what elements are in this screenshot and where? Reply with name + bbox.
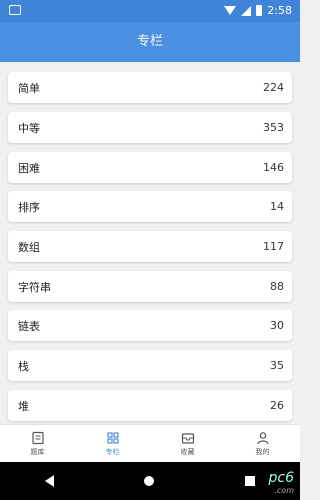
list-item[interactable]: 堆 26 [8, 390, 292, 421]
inbox-icon [181, 433, 194, 444]
item-count: 353 [263, 121, 284, 134]
item-count: 26 [270, 399, 284, 412]
grid-icon [106, 432, 119, 444]
item-label: 数组 [18, 240, 40, 254]
app-bar: 专栏 [0, 22, 300, 62]
home-icon[interactable] [144, 476, 155, 486]
status-bar: 2:58 [0, 0, 300, 22]
tab-label: 收藏 [180, 448, 195, 456]
item-count: 224 [263, 81, 284, 94]
list-item[interactable]: 困难 146 [8, 152, 292, 183]
page-title: 专栏 [136, 34, 163, 49]
notification-icon [9, 5, 21, 15]
list-item[interactable]: 链表 30 [8, 310, 292, 341]
list-item[interactable]: 简单 224 [8, 72, 292, 103]
tab-column[interactable]: 专栏 [75, 425, 150, 463]
item-label: 链表 [18, 319, 40, 333]
item-count: 146 [263, 161, 284, 174]
recent-apps-icon[interactable] [244, 476, 255, 486]
bottom-nav: 题库 专栏 收藏 我的 [0, 424, 300, 463]
item-count: 88 [270, 280, 284, 293]
status-icons: 2:58 [224, 4, 292, 17]
item-count: 117 [263, 240, 284, 253]
signal-icon [241, 5, 252, 16]
item-label: 简单 [18, 81, 40, 95]
list-item[interactable]: 字符串 88 [8, 271, 292, 302]
list-item[interactable]: 数组 117 [8, 231, 292, 262]
system-nav-bar [0, 462, 300, 500]
list-item[interactable]: 排序 14 [8, 191, 292, 222]
book-icon [31, 431, 44, 445]
column-list: 简单 224 中等 353 困难 146 排序 14 数组 117 字符串 88… [0, 62, 300, 424]
item-count: 14 [270, 200, 284, 213]
item-label: 排序 [18, 200, 40, 214]
watermark-text: pc6 [268, 470, 295, 486]
item-label: 中等 [18, 121, 40, 135]
tab-question-bank[interactable]: 题库 [0, 425, 75, 463]
item-count: 35 [270, 359, 284, 372]
tab-mine[interactable]: 我的 [225, 425, 300, 463]
item-count: 30 [270, 319, 284, 332]
battery-icon [256, 5, 263, 16]
watermark: pc6 .com [269, 470, 295, 495]
list-item[interactable]: 中等 353 [8, 112, 292, 143]
tab-label: 我的 [255, 448, 270, 456]
item-label: 堆 [18, 399, 29, 413]
status-time: 2:58 [267, 4, 292, 17]
tab-label: 专栏 [105, 448, 120, 456]
wifi-icon [224, 6, 237, 15]
list-item[interactable]: 栈 35 [8, 350, 292, 381]
item-label: 栈 [18, 359, 29, 373]
item-label: 困难 [18, 161, 40, 175]
tab-favorites[interactable]: 收藏 [150, 425, 225, 463]
watermark-sub: .com [274, 486, 294, 495]
back-icon[interactable] [45, 475, 55, 487]
tab-label: 题库 [30, 448, 45, 456]
user-icon [256, 432, 269, 445]
item-label: 字符串 [18, 280, 51, 294]
